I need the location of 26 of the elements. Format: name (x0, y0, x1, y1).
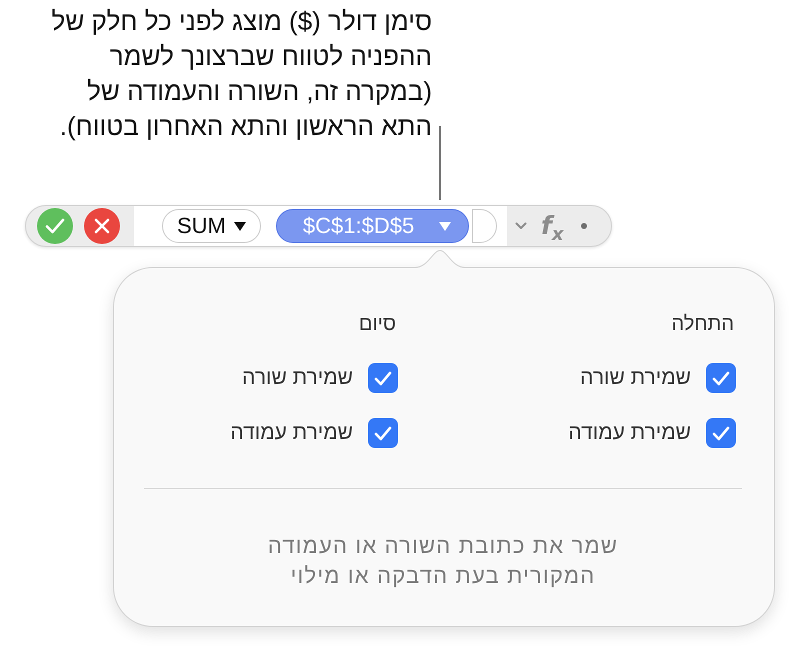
callout-text: סימן דולר ($) מוצג לפני כל חלק של ההפניה לטווח שברצונך לשמר (במקרה זה, השורה והעמודה של התא הראשון והתא האחרון בטווח). (50, 5, 432, 143)
chevron-down-icon[interactable] (515, 222, 527, 230)
checkbox[interactable] (368, 418, 398, 448)
formula-field[interactable]: SUM $C$1:$D$5 (134, 206, 507, 246)
accept-button[interactable] (37, 208, 73, 244)
dot-icon[interactable] (580, 223, 587, 229)
checkmark-icon (712, 426, 730, 440)
cancel-button[interactable] (84, 208, 120, 244)
caret-icon (439, 222, 452, 230)
note-text: שמר את כתובת השורה או העמודה המקורית בעת הדבקה או מילוי (266, 532, 620, 590)
checkbox[interactable] (368, 363, 398, 393)
checkmark-icon (45, 218, 65, 234)
formula-token[interactable]: SUM (162, 209, 261, 243)
caret-icon (234, 222, 246, 230)
column-heading: התחלה (671, 312, 735, 337)
checkbox-label: שמירת שורה (580, 366, 691, 390)
checkmark-icon (374, 370, 392, 386)
close-icon (94, 218, 110, 234)
checkbox[interactable] (706, 418, 736, 448)
checkbox-label: שמירת עמודה (230, 421, 353, 445)
checkmark-icon (712, 370, 730, 386)
checkbox-label: שמירת שורה (242, 366, 353, 390)
column-heading: סיום (358, 312, 397, 337)
checkmark-icon (374, 426, 392, 440)
checkbox-label: שמירת עמודה (568, 421, 691, 445)
checkbox[interactable] (706, 363, 736, 393)
